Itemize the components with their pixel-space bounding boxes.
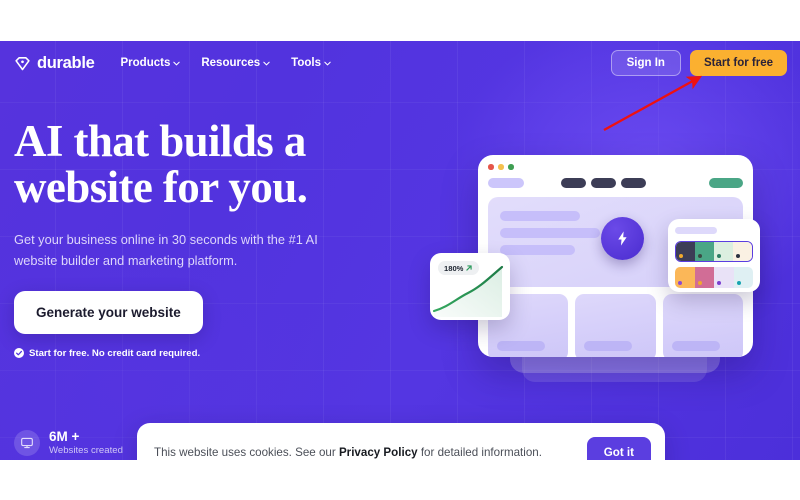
- mock-text-line: [500, 210, 580, 221]
- mock-nav-links: [561, 177, 646, 188]
- nav-item-tools[interactable]: Tools: [291, 57, 331, 69]
- lightning-bolt-icon: [601, 216, 644, 260]
- mock-card-label: [497, 340, 545, 351]
- diamond-gem-icon: [15, 56, 30, 70]
- palette-swatch[interactable]: [676, 242, 695, 261]
- growth-badge: 180%: [438, 261, 480, 275]
- cookie-text-before: This website uses cookies. See our: [154, 445, 339, 459]
- palette-swatch[interactable]: [694, 267, 714, 288]
- generate-your-website-button[interactable]: Generate your website: [14, 290, 203, 334]
- nav-item-resources[interactable]: Resources: [201, 57, 270, 69]
- palette-swatch[interactable]: [675, 267, 695, 288]
- mock-nav-pill: [591, 177, 616, 188]
- growth-chart-card: 180%: [430, 253, 510, 320]
- nav-item-products-label: Products: [120, 57, 171, 69]
- nav-item-resources-label: Resources: [201, 57, 261, 69]
- hero-content: AI that builds a website for you. Get yo…: [14, 116, 414, 359]
- arrow-up-right-icon: [466, 265, 473, 271]
- monitor-icon: [14, 429, 40, 456]
- nav-links: Products Resources Tools: [121, 57, 331, 69]
- mock-text-line: [500, 244, 575, 255]
- logo-text: durable: [37, 53, 95, 72]
- growth-badge-value: 180%: [444, 263, 464, 273]
- chevron-down-icon: [324, 61, 331, 65]
- top-navigation: durable Products Resources Tools Sign In: [0, 41, 800, 85]
- headline-line-1: AI that builds a: [14, 116, 306, 166]
- mock-card: [575, 293, 656, 357]
- stat-value: 6M +: [49, 429, 80, 444]
- nav-item-products[interactable]: Products: [121, 57, 181, 69]
- palette-row-selected[interactable]: [675, 241, 753, 262]
- stat-text-group: 6M + Websites created: [49, 429, 123, 457]
- got-it-button[interactable]: Got it: [586, 436, 651, 460]
- page-title: AI that builds a website for you.: [14, 116, 414, 212]
- mock-card-label: [671, 340, 720, 351]
- privacy-policy-link[interactable]: Privacy Policy: [339, 446, 418, 459]
- mock-logo-placeholder: [488, 177, 524, 188]
- durable-logo[interactable]: durable: [14, 54, 95, 73]
- window-controls: [488, 164, 743, 170]
- hero-subtext: Get your business online in 30 seconds w…: [14, 231, 318, 269]
- nav-actions: Sign In Start for free: [610, 50, 787, 76]
- color-palette-card: [668, 219, 760, 292]
- cookie-banner-text: This website uses cookies. See our Priva…: [154, 446, 587, 459]
- hero-page: durable Products Resources Tools Sign In: [0, 41, 800, 460]
- start-for-free-button[interactable]: Start for free: [689, 50, 787, 76]
- mock-text-line: [500, 227, 600, 238]
- palette-swatch[interactable]: [733, 267, 753, 288]
- palette-swatch[interactable]: [733, 242, 752, 261]
- chevron-down-icon: [263, 61, 270, 65]
- screenshot-root: durable Products Resources Tools Sign In: [0, 0, 800, 500]
- window-maximize-dot: [508, 164, 514, 170]
- nav-item-tools-label: Tools: [291, 57, 321, 69]
- palette-swatch[interactable]: [714, 267, 734, 288]
- palette-swatch[interactable]: [714, 242, 733, 261]
- free-trial-note-label: Start for free. No credit card required.: [29, 347, 201, 359]
- mock-nav-pill: [621, 177, 646, 188]
- palette-swatch[interactable]: [695, 242, 714, 261]
- window-minimize-dot: [498, 164, 504, 170]
- cookie-consent-banner: This website uses cookies. See our Priva…: [137, 423, 665, 460]
- stat-label: Websites created: [49, 444, 123, 456]
- mock-card-row: [488, 293, 743, 357]
- mock-nav-pill: [561, 177, 586, 188]
- mock-cta-placeholder: [709, 177, 743, 188]
- mock-card-label: [584, 340, 633, 351]
- check-circle-icon: [14, 348, 24, 359]
- sign-in-button[interactable]: Sign In: [610, 50, 681, 76]
- hero-illustration: 180%: [430, 111, 800, 411]
- chevron-down-icon: [173, 61, 181, 65]
- palette-row[interactable]: [675, 267, 753, 288]
- free-trial-note: Start for free. No credit card required.: [14, 348, 414, 359]
- headline-line-2: website for you.: [14, 161, 308, 212]
- mock-card: [662, 293, 743, 357]
- mock-site-navbar: [488, 177, 743, 188]
- window-close-dot: [488, 164, 494, 170]
- cookie-text-after: for detailed information.: [417, 445, 542, 459]
- palette-title-placeholder: [675, 227, 717, 234]
- websites-created-stat: 6M + Websites created: [14, 429, 123, 457]
